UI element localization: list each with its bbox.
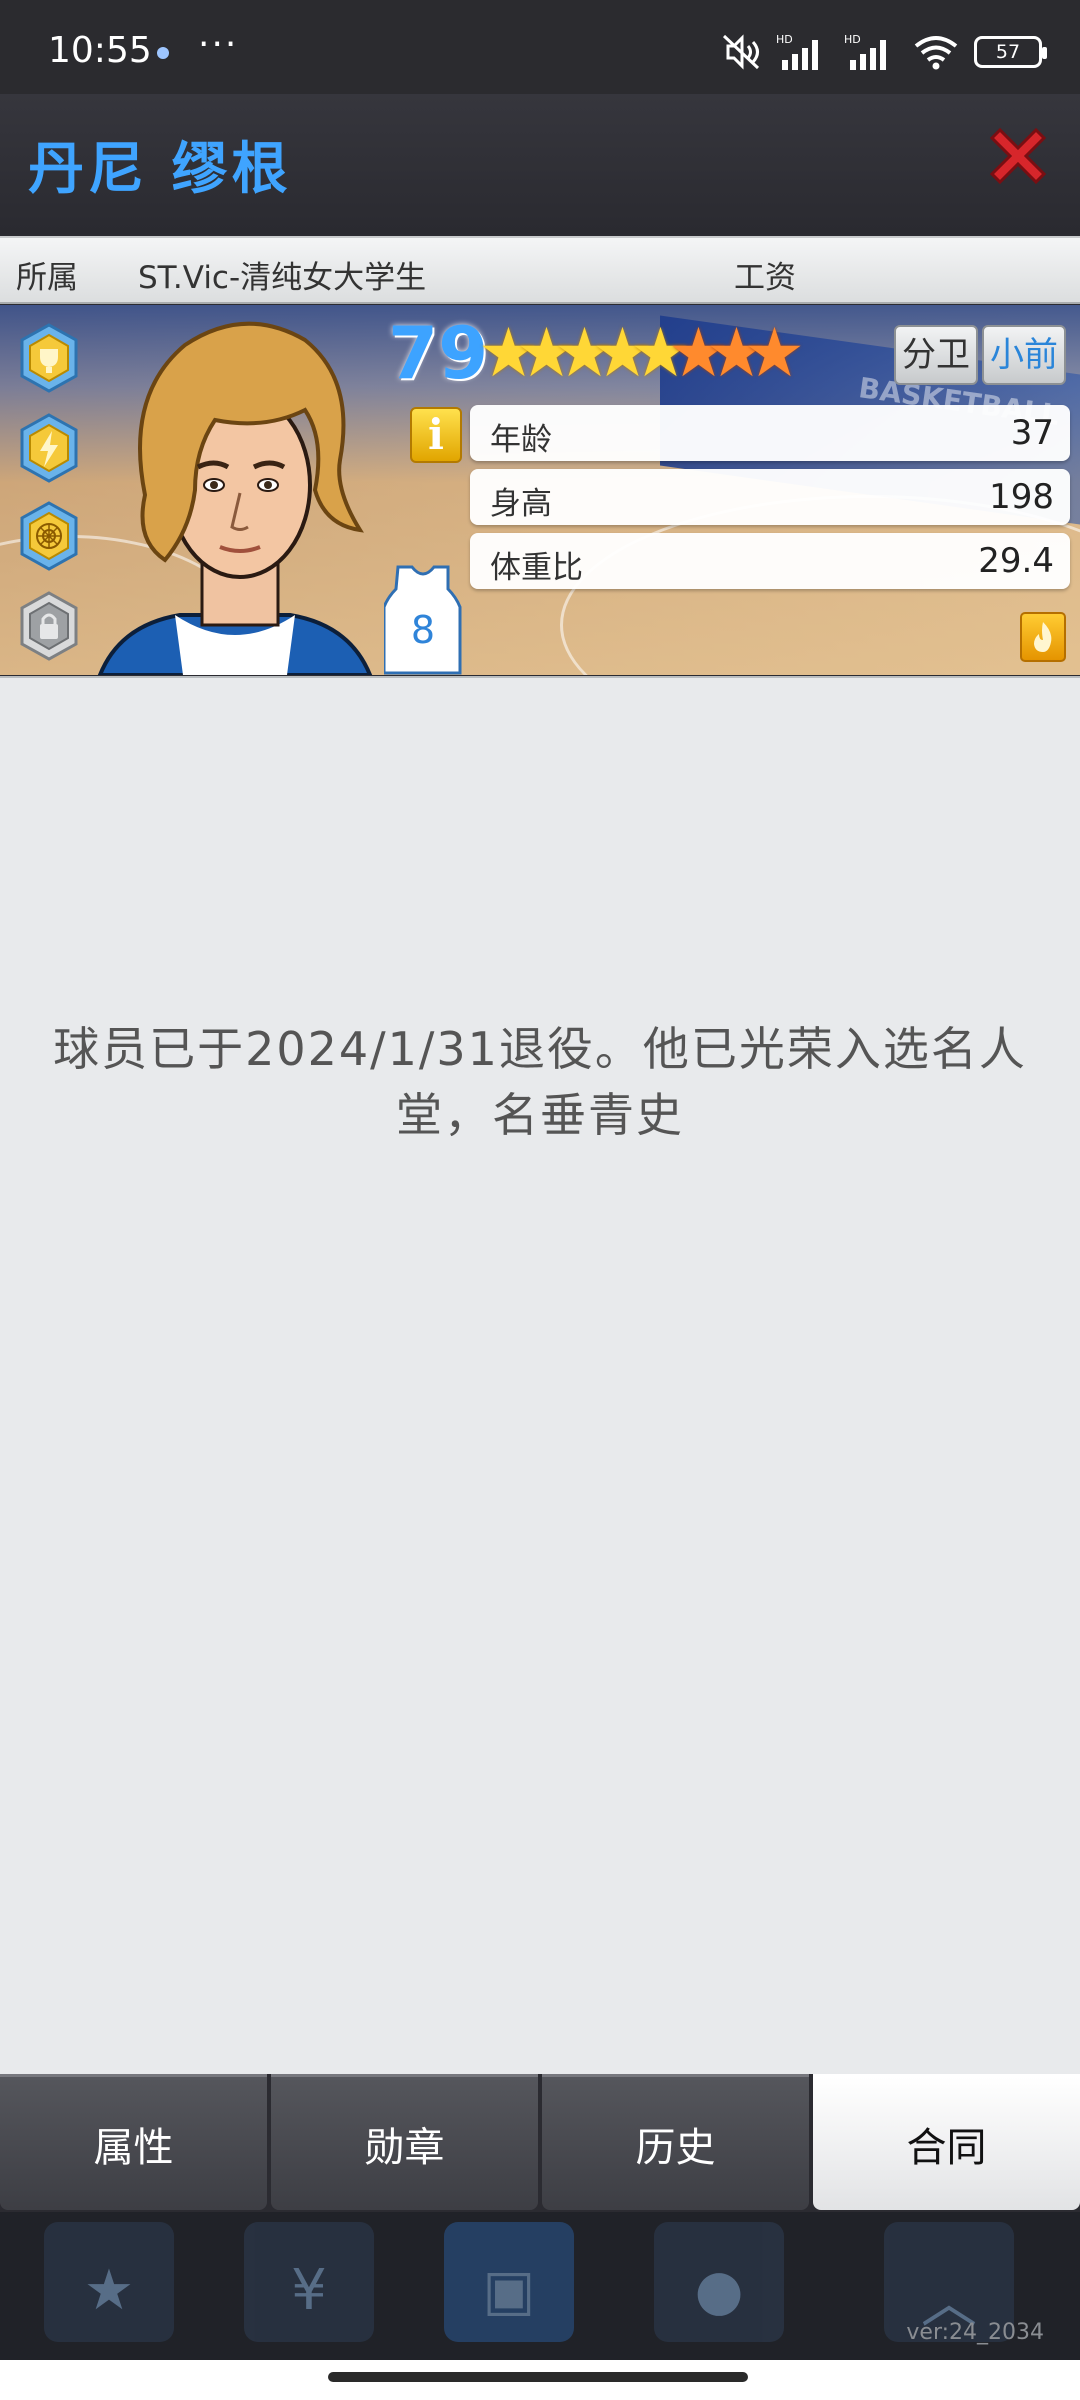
fire-button[interactable]	[1020, 612, 1066, 662]
mute-icon	[718, 32, 762, 72]
bottom-dock: ★ ¥ ▣ ● ︿ ver:24_2034	[0, 2212, 1080, 2360]
star-orange-icon: ★	[706, 314, 767, 393]
lightning-badge-icon[interactable]	[18, 413, 80, 483]
home-indicator[interactable]	[328, 2372, 748, 2382]
stat-value: 198	[989, 477, 1054, 517]
svg-text:HD: HD	[776, 33, 793, 46]
jersey-number: 8	[411, 608, 435, 652]
fire-icon	[1034, 622, 1052, 652]
star-rating: ★ ★ ★ ★ ★ ★ ★ ★	[478, 314, 805, 393]
bottom-tabs: 属性 勋章 历史 合同	[0, 2074, 1080, 2212]
affiliation-strip: 所属 ST.Vic-清纯女大学生 工资	[0, 236, 1080, 304]
retired-message: 球员已于2024/1/31退役。他已光荣入选名人堂，名垂青史	[53, 1022, 1027, 1142]
star-orange-icon: ★	[744, 314, 805, 393]
star-gold-icon: ★	[478, 314, 539, 393]
trophy-badge-icon[interactable]	[18, 323, 80, 393]
position-secondary[interactable]: 小前	[982, 325, 1066, 385]
status-bar: 10:55 ··· HD HD 57	[0, 0, 1080, 94]
status-more: ···	[198, 24, 239, 65]
close-button[interactable]	[982, 120, 1054, 192]
version-label: ver:24_2034	[906, 2320, 1044, 2345]
star-gold-icon: ★	[516, 314, 577, 393]
star-orange-icon: ★	[668, 314, 729, 393]
tab-medals[interactable]: 勋章	[271, 2074, 538, 2210]
affiliation-label: 所属	[16, 260, 78, 296]
stat-row-height: 身高 198	[470, 469, 1070, 525]
star-gold-icon: ★	[592, 314, 653, 393]
salary-label: 工资	[734, 260, 796, 296]
status-time: 10:55	[48, 30, 152, 71]
stat-label: 身高	[490, 486, 552, 522]
player-portrait	[90, 315, 390, 675]
wifi-icon	[912, 32, 960, 72]
lock-icon[interactable]	[18, 591, 80, 661]
star-icon[interactable]: ★	[44, 2222, 174, 2342]
notification-dot-icon	[157, 47, 169, 59]
yen-icon[interactable]: ¥	[244, 2222, 374, 2342]
web-badge-icon[interactable]	[18, 501, 80, 571]
affiliation-value: ST.Vic-清纯女大学生	[138, 260, 427, 296]
signal-hd-icon: HD	[844, 32, 898, 72]
header: 丹尼 缪根	[0, 94, 1080, 234]
stat-label: 体重比	[490, 550, 583, 586]
gym-icon[interactable]: ▣	[444, 2222, 574, 2342]
stat-value: 29.4	[978, 541, 1054, 581]
player-card: BASKETBALL 79 ★ ★ ★ ★ ★ ★ ★ ★ 分卫 小前 i 年龄…	[0, 305, 1080, 675]
player-name: 丹尼 缪根	[28, 137, 292, 202]
tab-contract[interactable]: 合同	[813, 2074, 1080, 2210]
position-tags: 分卫 小前	[894, 325, 1066, 385]
info-button[interactable]: i	[410, 407, 462, 463]
signal-hd-icon: HD	[776, 32, 830, 72]
svg-text:HD: HD	[844, 33, 861, 46]
contract-panel: 球员已于2024/1/31退役。他已光荣入选名人堂，名垂青史	[0, 676, 1080, 2074]
tab-attributes[interactable]: 属性	[0, 2074, 267, 2210]
position-primary[interactable]: 分卫	[894, 325, 978, 385]
close-icon	[989, 127, 1047, 185]
overall-rating: 79	[388, 311, 489, 395]
tab-history[interactable]: 历史	[542, 2074, 809, 2210]
ball-icon[interactable]: ●	[654, 2222, 784, 2342]
star-gold-icon: ★	[554, 314, 615, 393]
stat-row-weight-ratio: 体重比 29.4	[470, 533, 1070, 589]
jersey-icon: 8	[382, 563, 462, 675]
star-gold-icon: ★	[630, 314, 691, 393]
status-icons: HD HD 57	[718, 30, 1047, 74]
battery-icon: 57	[974, 36, 1047, 68]
stat-label: 年龄	[490, 422, 552, 458]
stat-row-age: 年龄 37	[470, 405, 1070, 461]
stat-value: 37	[1010, 413, 1054, 453]
